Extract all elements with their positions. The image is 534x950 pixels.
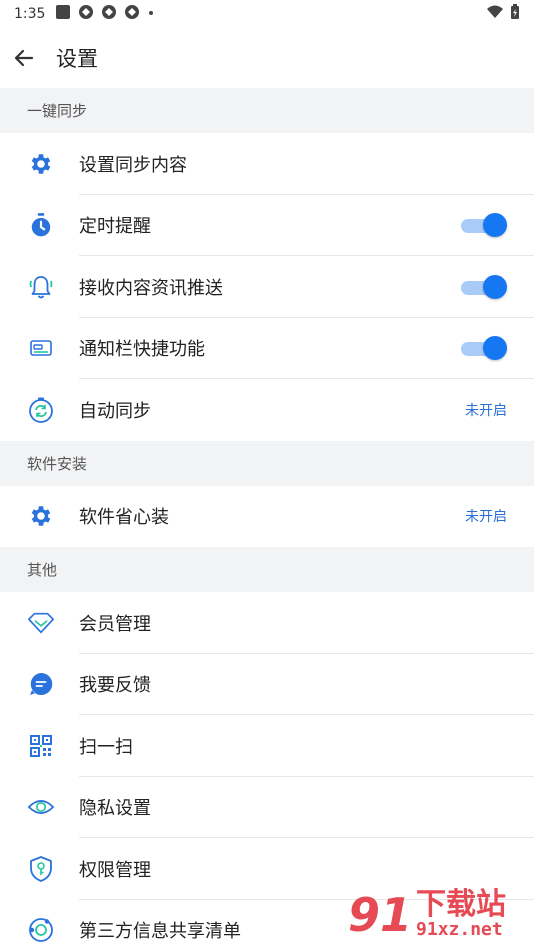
auto-sync-status: 未开启 (465, 402, 507, 419)
settings-item-label: 定时提醒 (79, 216, 151, 238)
settings-item-feedback[interactable]: 我要反馈 (0, 654, 534, 715)
toggle-knob (483, 274, 507, 299)
watermark-title: 下载站 (416, 887, 507, 923)
back-arrow-icon[interactable] (12, 46, 36, 70)
settings-item-label: 通知栏快捷功能 (79, 339, 205, 361)
notification-shortcut-toggle[interactable] (461, 336, 507, 361)
battery-icon (510, 4, 520, 24)
bell-icon (27, 273, 55, 301)
settings-item-membership[interactable]: 会员管理 (0, 592, 534, 654)
settings-item-timed-reminder[interactable]: 定时提醒 (0, 195, 534, 256)
timed-reminder-toggle[interactable] (461, 213, 507, 238)
app-notification-icon (124, 4, 140, 24)
settings-item-sync-content[interactable]: 设置同步内容 (0, 133, 534, 195)
qr-icon (27, 732, 55, 760)
card-icon (27, 334, 55, 362)
settings-item-easy-install[interactable]: 软件省心装 未开启 (0, 486, 534, 548)
settings-item-privacy[interactable]: 隐私设置 (0, 777, 534, 838)
settings-item-label: 设置同步内容 (79, 154, 187, 176)
easy-install-status: 未开启 (465, 509, 507, 526)
notification-square-icon (55, 4, 71, 24)
settings-item-label: 接收内容资讯推送 (79, 277, 223, 299)
app-notification-icon (101, 4, 117, 24)
watermark-site: 91xz.net (416, 919, 503, 941)
more-dot-icon (147, 4, 155, 24)
watermark-logo: 91 (348, 888, 413, 942)
page-title: 设置 (56, 47, 98, 71)
section-header-install: 软件安装 (0, 440, 534, 486)
settings-item-label: 隐私设置 (79, 798, 151, 820)
settings-item-label: 自动同步 (79, 400, 151, 422)
gear-icon (27, 150, 55, 178)
toggle-knob (483, 213, 507, 238)
settings-item-notification-shortcut[interactable]: 通知栏快捷功能 (0, 318, 534, 379)
settings-item-label: 扫一扫 (79, 736, 133, 758)
wifi-icon (486, 5, 504, 23)
settings-item-label: 第三方信息共享清单 (79, 921, 241, 943)
sync-clock-icon (27, 396, 55, 424)
app-notification-icon (78, 4, 94, 24)
site-watermark: 91 下载站 91xz.net (348, 884, 528, 946)
toggle-knob (483, 336, 507, 361)
stopwatch-icon (27, 211, 55, 239)
settings-item-push[interactable]: 接收内容资讯推送 (0, 256, 534, 318)
shield-key-icon (27, 855, 55, 883)
status-time: 1:35 (14, 6, 46, 22)
eye-icon (27, 793, 55, 821)
chat-icon (27, 670, 55, 698)
settings-item-label: 我要反馈 (79, 675, 151, 697)
settings-item-auto-sync[interactable]: 自动同步 未开启 (0, 379, 534, 441)
status-bar: 1:35 (0, 0, 534, 28)
app-bar: 设置 (0, 28, 534, 88)
share-circle-icon (27, 916, 55, 944)
settings-item-label: 会员管理 (79, 613, 151, 635)
settings-item-label: 软件省心装 (79, 507, 169, 529)
diamond-icon (27, 609, 55, 637)
settings-item-scan[interactable]: 扫一扫 (0, 715, 534, 777)
gear-icon (27, 502, 55, 530)
push-toggle[interactable] (461, 274, 507, 299)
section-header-other: 其他 (0, 547, 534, 592)
section-header-sync: 一键同步 (0, 88, 534, 133)
settings-item-label: 权限管理 (79, 859, 151, 881)
